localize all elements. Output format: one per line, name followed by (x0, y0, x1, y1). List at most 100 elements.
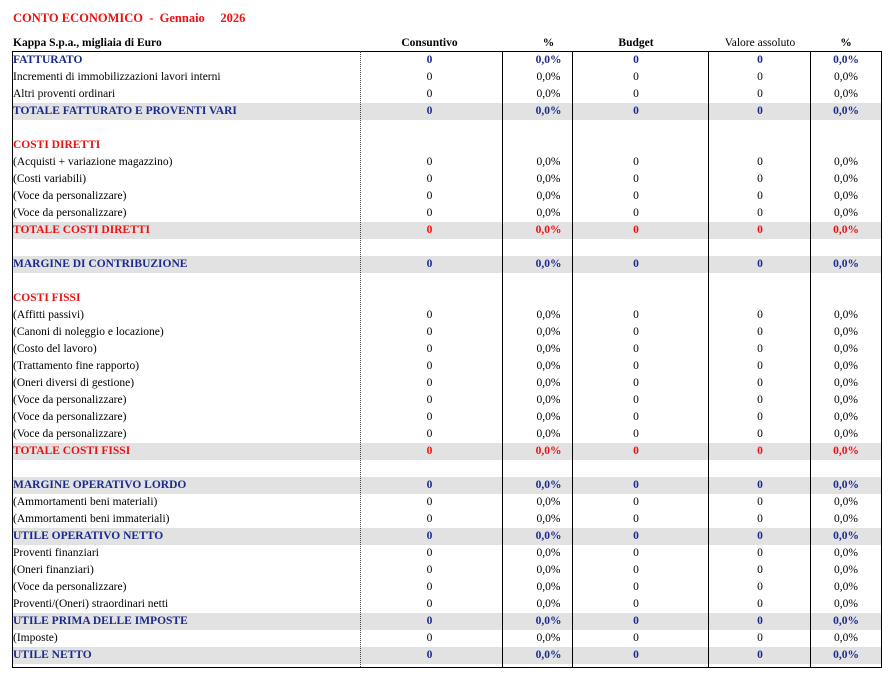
table-row: (Canoni di noleggio e locazione) 0 0,0% 0 0 0… (12, 324, 882, 341)
table-row: UTILE NETTO 0 0,0% 0 0 0,0% (12, 647, 882, 664)
valore-assoluto-cell: 0 (757, 394, 763, 406)
variance-percent-cell: 0,0% (834, 343, 858, 355)
percent-header-2: % (840, 37, 852, 49)
budget-cell: 0 (633, 411, 639, 423)
row-label: Altri proventi ordinari (13, 88, 116, 100)
budget-cell: 0 (633, 394, 639, 406)
row-label: (Costi variabili) (13, 173, 87, 185)
table-row: UTILE PRIMA DELLE IMPOSTE 0 0,0% 0 0 0,0% (12, 613, 882, 630)
row-label: COSTI FISSI (13, 292, 81, 304)
table-left-border (12, 51, 13, 668)
variance-percent-cell: 0,0% (834, 428, 858, 440)
consuntivo-cell: 0 (426, 224, 433, 236)
row-label: (Canoni di noleggio e locazione) (13, 326, 164, 338)
variance-percent-cell: 0,0% (833, 105, 859, 117)
row-label: Incrementi di immobilizzazioni lavori in… (13, 71, 221, 83)
company-header: Kappa S.p.a., migliaia di Euro (13, 37, 162, 49)
budget-cell: 0 (633, 479, 639, 491)
valore-assoluto-cell: 0 (757, 411, 763, 423)
budget-cell: 0 (633, 207, 639, 219)
budget-cell: 0 (633, 360, 639, 372)
table-row: FATTURATO 0 0,0% 0 0 0,0% (12, 52, 882, 69)
budget-cell: 0 (633, 547, 639, 559)
table-row: (Imposte) 0 0,0% 0 0 0,0% (12, 630, 882, 647)
valore-assoluto-cell: 0 (757, 530, 763, 542)
consuntivo-cell: 0 (426, 105, 433, 117)
valore-assoluto-cell: 0 (757, 377, 763, 389)
variance-percent-cell: 0,0% (834, 564, 858, 576)
consuntivo-cell: 0 (426, 530, 433, 542)
table-row: (Costi variabili) 0 0,0% 0 0 0,0% (12, 171, 882, 188)
valore-assoluto-cell: 0 (757, 309, 763, 321)
budget-cell: 0 (633, 632, 639, 644)
row-label: UTILE NETTO (13, 649, 92, 661)
row-label: TOTALE COSTI DIRETTI (13, 224, 150, 236)
budget-cell: 0 (633, 649, 639, 661)
valore-assoluto-cell: 0 (757, 224, 763, 236)
table-row: TOTALE COSTI FISSI 0 0,0% 0 0 0,0% (12, 443, 882, 460)
row-label: COSTI DIRETTI (13, 139, 101, 151)
valore-assoluto-cell: 0 (757, 190, 763, 202)
variance-percent-cell: 0,0% (834, 632, 858, 644)
income-statement-table: FATTURATO 0 0,0% 0 0 0,0% Incrementi di immobi… (12, 52, 882, 664)
row-label: UTILE PRIMA DELLE IMPOSTE (13, 615, 188, 627)
variance-percent-cell: 0,0% (833, 649, 859, 661)
consuntivo-cell: 0 (426, 581, 433, 593)
table-row: (Ammortamenti beni immateriali) 0 0,0% 0 0 0,… (12, 511, 882, 528)
table-row: (Voce da personalizzare) 0 0,0% 0 0 0,0% (12, 426, 882, 443)
valore-assoluto-cell: 0 (757, 615, 763, 627)
consuntivo-header: Consuntivo (401, 37, 458, 49)
variance-percent-cell: 0,0% (834, 173, 858, 185)
table-row: Altri proventi ordinari 0 0,0% 0 0 0,0% (12, 86, 882, 103)
valore-assoluto-cell: 0 (757, 564, 763, 576)
valore-assoluto-cell: 0 (757, 360, 763, 372)
spacer-row (12, 460, 882, 477)
consuntivo-cell: 0 (426, 496, 433, 508)
variance-percent-cell: 0,0% (833, 258, 859, 270)
consuntivo-cell: 0 (426, 564, 433, 576)
row-label: FATTURATO (13, 54, 83, 66)
variance-percent-cell: 0,0% (834, 190, 858, 202)
consuntivo-cell: 0 (426, 326, 433, 338)
valore-assoluto-cell: 0 (757, 598, 763, 610)
budget-cell: 0 (633, 513, 639, 525)
budget-cell: 0 (633, 88, 639, 100)
variance-percent-cell: 0,0% (834, 360, 858, 372)
row-label: (Voce da personalizzare) (13, 190, 127, 202)
table-row: Incrementi di immobilizzazioni lavori in… (12, 69, 882, 86)
consuntivo-cell: 0 (426, 207, 433, 219)
column-divider-4 (810, 51, 811, 667)
row-label: TOTALE FATTURATO E PROVENTI VARI (13, 105, 237, 117)
row-label: (Imposte) (13, 632, 58, 644)
valore-assoluto-cell: 0 (757, 258, 763, 270)
valore-assoluto-cell: 0 (757, 445, 763, 457)
budget-cell: 0 (633, 258, 639, 270)
valore-assoluto-cell: 0 (757, 343, 763, 355)
table-row: Proventi/(Oneri) straordinari netti 0 0,0%… (12, 596, 882, 613)
consuntivo-cell: 0 (426, 71, 433, 83)
consuntivo-cell: 0 (426, 394, 433, 406)
valore-assoluto-cell: 0 (757, 156, 763, 168)
budget-cell: 0 (633, 54, 639, 66)
budget-cell: 0 (633, 190, 639, 202)
consuntivo-cell: 0 (426, 479, 433, 491)
consuntivo-cell: 0 (426, 377, 433, 389)
budget-cell: 0 (633, 326, 639, 338)
table-row: (Oneri diversi di gestione) 0 0,0% 0 0 0,0% (12, 375, 882, 392)
column-divider-2 (572, 51, 573, 667)
valore-assoluto-cell: 0 (757, 88, 763, 100)
table-row: MARGINE OPERATIVO LORDO 0 0,0% 0 0 0,0% (12, 477, 882, 494)
budget-cell: 0 (633, 428, 639, 440)
column-divider-1 (502, 51, 503, 667)
budget-cell: 0 (633, 71, 639, 83)
valore-assoluto-cell: 0 (757, 649, 763, 661)
variance-percent-cell: 0,0% (834, 326, 858, 338)
consuntivo-cell: 0 (426, 615, 433, 627)
row-label: (Voce da personalizzare) (13, 581, 127, 593)
row-label: (Voce da personalizzare) (13, 394, 127, 406)
row-label: (Voce da personalizzare) (13, 428, 127, 440)
valore-assoluto-cell: 0 (757, 496, 763, 508)
consuntivo-cell: 0 (426, 190, 433, 202)
table-row: (Voce da personalizzare) 0 0,0% 0 0 0,0% (12, 579, 882, 596)
table-row: (Trattamento fine rapporto) 0 0,0% 0 0 0,0% (12, 358, 882, 375)
